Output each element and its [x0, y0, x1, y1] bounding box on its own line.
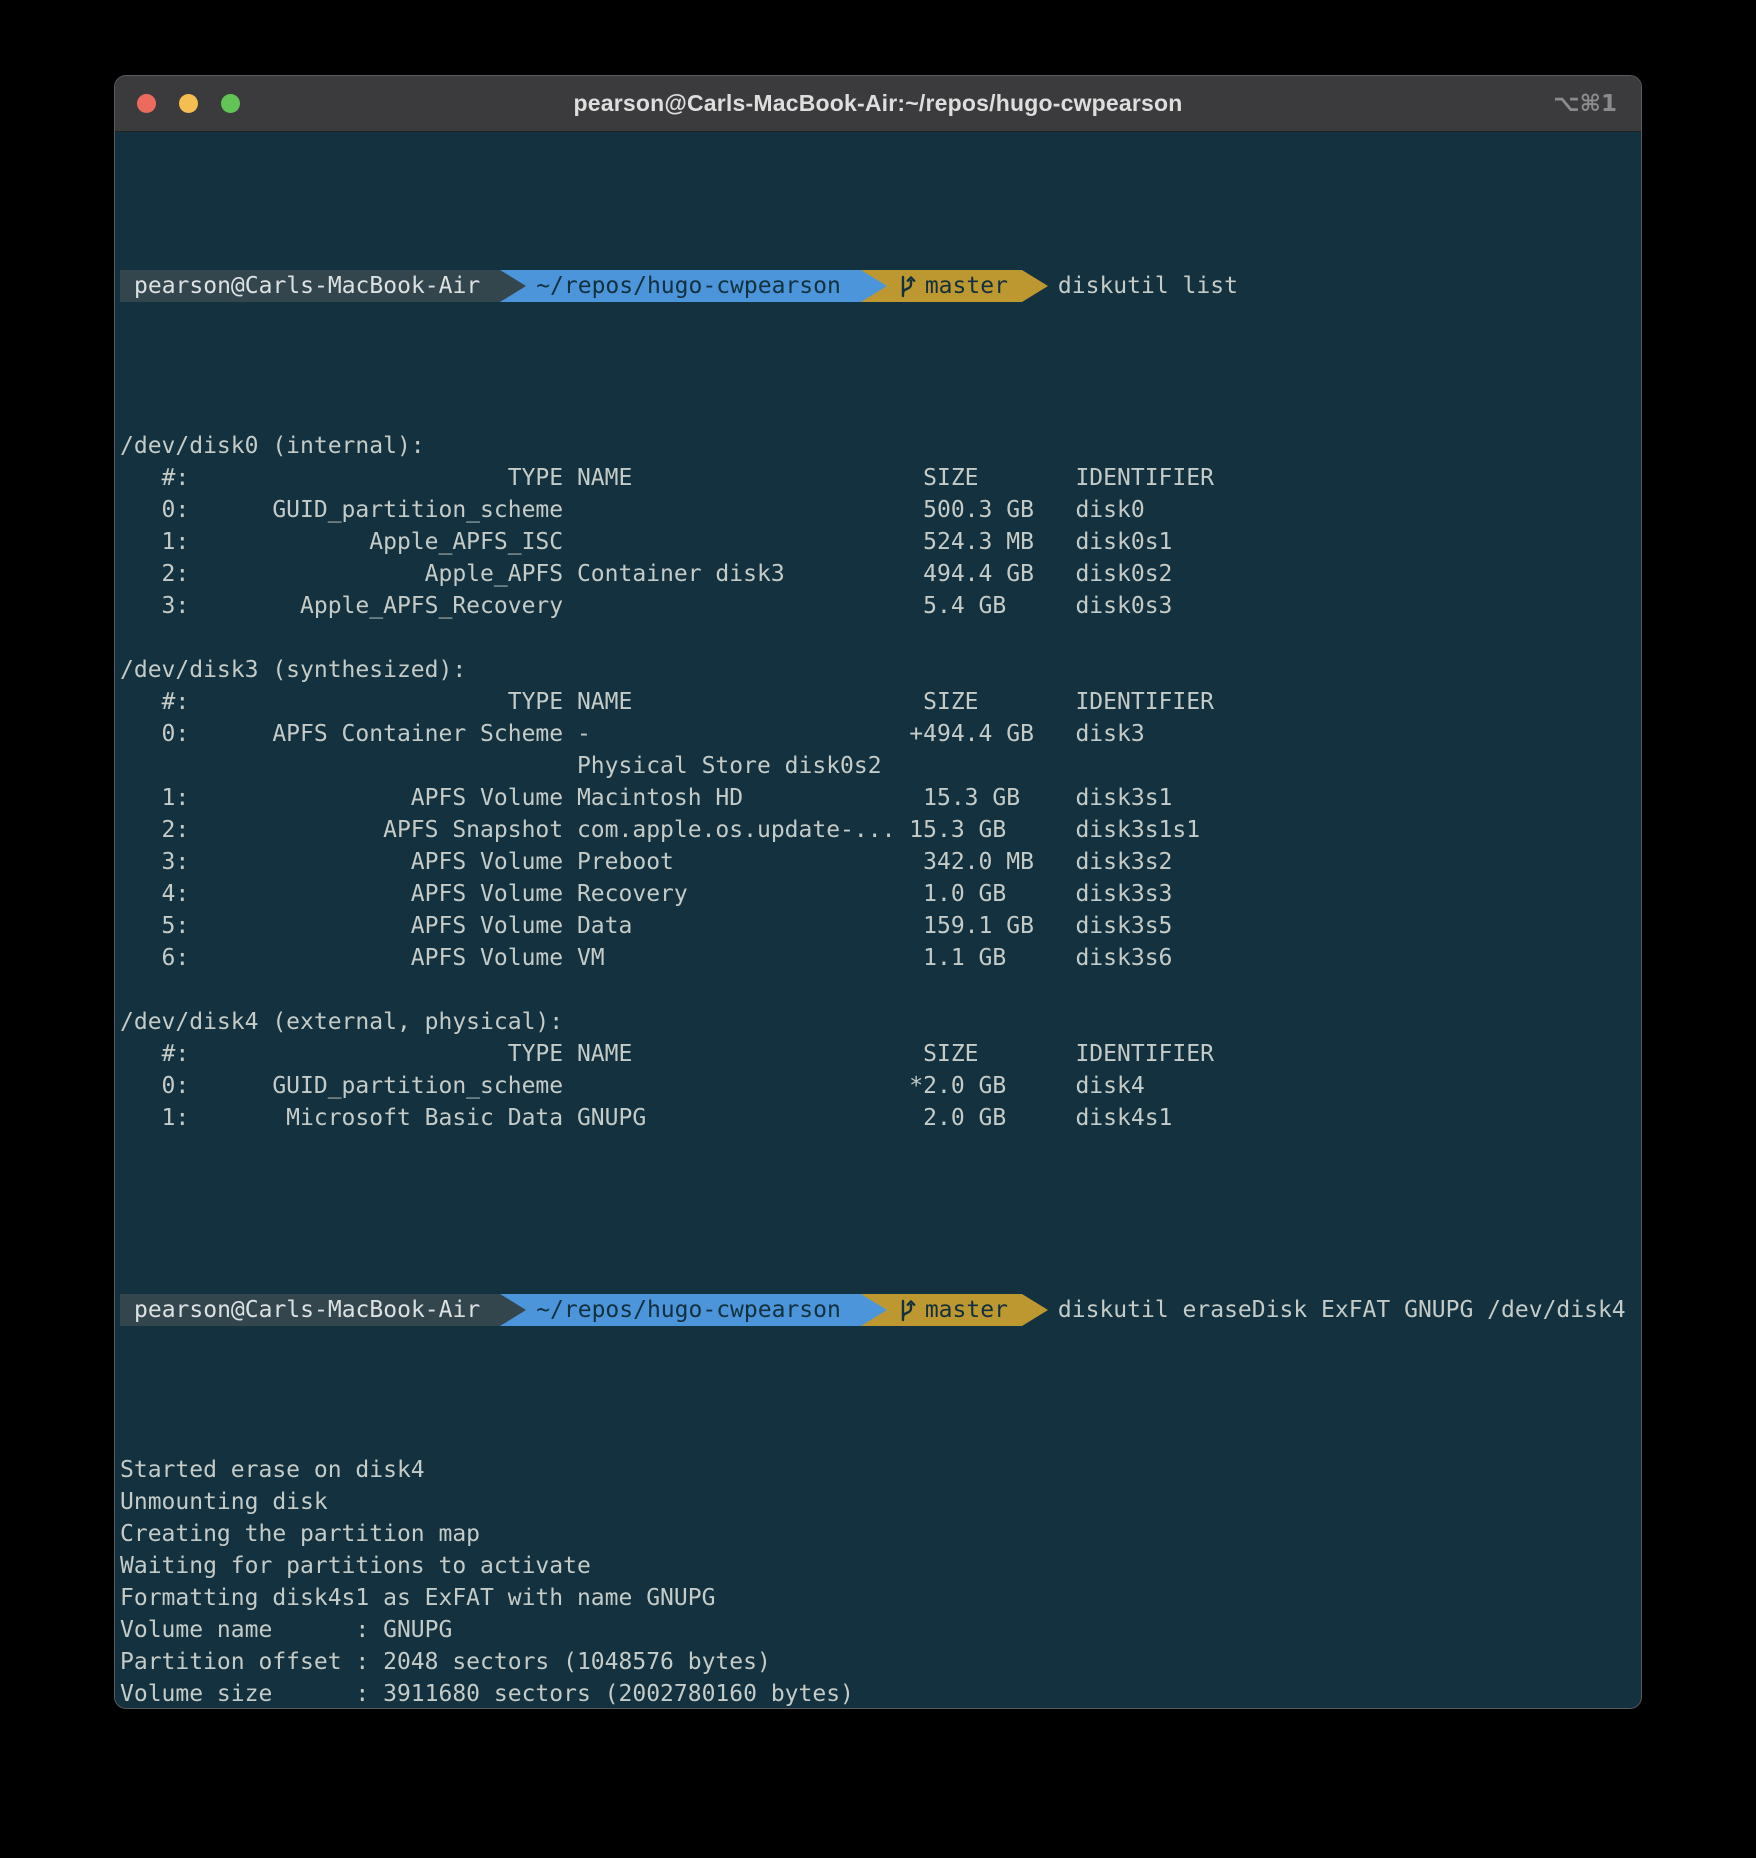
terminal-output-line: Formatting disk4s1 as ExFAT with name GN…	[120, 1582, 1641, 1614]
terminal-window: pearson@Carls-MacBook-Air:~/repos/hugo-c…	[114, 75, 1642, 1709]
terminal-output-line: Waiting for partitions to activate	[120, 1550, 1641, 1582]
command-text-diskutil-erasedisk: diskutil eraseDisk ExFAT GNUPG /dev/disk…	[1058, 1294, 1626, 1326]
window-title: pearson@Carls-MacBook-Air:~/repos/hugo-c…	[573, 90, 1182, 117]
traffic-lights	[137, 76, 240, 131]
prompt-user-host: pearson@Carls-MacBook-Air	[120, 1294, 500, 1326]
terminal-output-line: 4: APFS Volume Recovery 1.0 GB disk3s3	[120, 878, 1641, 910]
prompt-line-1: pearson@Carls-MacBook-Air ~/repos/hugo-c…	[120, 270, 1641, 302]
diskutil-list-output: /dev/disk0 (internal): #: TYPE NAME SIZE…	[120, 430, 1641, 1166]
terminal-output-line: 6: APFS Volume VM 1.1 GB disk3s6	[120, 942, 1641, 974]
terminal-output-line: 0: GUID_partition_scheme 500.3 GB disk0	[120, 494, 1641, 526]
terminal-output-line	[120, 974, 1641, 1006]
terminal-output-line: 5: APFS Volume Data 159.1 GB disk3s5	[120, 910, 1641, 942]
prompt-user-host: pearson@Carls-MacBook-Air	[120, 270, 500, 302]
prompt-git-segment: master	[861, 1294, 1022, 1326]
prompt-git-branch: master	[925, 270, 1008, 302]
terminal-output-line: 3: APFS Volume Preboot 342.0 MB disk3s2	[120, 846, 1641, 878]
prompt-cwd: ~/repos/hugo-cwpearson	[500, 270, 861, 302]
prompt-git-branch: master	[925, 1294, 1008, 1326]
titlebar[interactable]: pearson@Carls-MacBook-Air:~/repos/hugo-c…	[115, 76, 1641, 132]
terminal-output-line: Creating the partition map	[120, 1518, 1641, 1550]
terminal-output-line: 2: APFS Snapshot com.apple.os.update-...…	[120, 814, 1641, 846]
command-text-diskutil-list: diskutil list	[1058, 270, 1238, 302]
terminal-output-line: Volume size : 3911680 sectors (200278016…	[120, 1678, 1641, 1709]
diskutil-erase-output: Started erase on disk4Unmounting diskCre…	[120, 1454, 1641, 1709]
powerline-arrow-icon	[1022, 270, 1048, 302]
terminal-output-line: 0: GUID_partition_scheme *2.0 GB disk4	[120, 1070, 1641, 1102]
close-button[interactable]	[137, 94, 156, 113]
window-shortcut-hint: ⌥⌘1	[1553, 76, 1617, 131]
terminal-output-line: /dev/disk3 (synthesized):	[120, 654, 1641, 686]
terminal-output-line: Volume name : GNUPG	[120, 1614, 1641, 1646]
terminal-output-line: /dev/disk4 (external, physical):	[120, 1006, 1641, 1038]
terminal-output-line: Partition offset : 2048 sectors (1048576…	[120, 1646, 1641, 1678]
prompt-cwd: ~/repos/hugo-cwpearson	[500, 1294, 861, 1326]
terminal-output-line	[120, 1134, 1641, 1166]
terminal-output-line: /dev/disk0 (internal):	[120, 430, 1641, 462]
powerline-arrow-icon	[1022, 1294, 1048, 1326]
terminal-output-line: Physical Store disk0s2	[120, 750, 1641, 782]
minimize-button[interactable]	[179, 94, 198, 113]
terminal-output-line: 1: Apple_APFS_ISC 524.3 MB disk0s1	[120, 526, 1641, 558]
git-branch-icon	[897, 1298, 916, 1322]
terminal-output-line: 1: APFS Volume Macintosh HD 15.3 GB disk…	[120, 782, 1641, 814]
terminal-output-line: #: TYPE NAME SIZE IDENTIFIER	[120, 1038, 1641, 1070]
terminal-output-line: 0: APFS Container Scheme - +494.4 GB dis…	[120, 718, 1641, 750]
fullscreen-button[interactable]	[221, 94, 240, 113]
prompt-git-segment: master	[861, 270, 1022, 302]
prompt-line-2: pearson@Carls-MacBook-Air ~/repos/hugo-c…	[120, 1294, 1641, 1326]
terminal-output-line: 2: Apple_APFS Container disk3 494.4 GB d…	[120, 558, 1641, 590]
terminal-output-line: #: TYPE NAME SIZE IDENTIFIER	[120, 686, 1641, 718]
terminal-output-line: #: TYPE NAME SIZE IDENTIFIER	[120, 462, 1641, 494]
terminal-output-line: 1: Microsoft Basic Data GNUPG 2.0 GB dis…	[120, 1102, 1641, 1134]
terminal-content[interactable]: pearson@Carls-MacBook-Air ~/repos/hugo-c…	[115, 132, 1641, 1708]
terminal-output-line: Unmounting disk	[120, 1486, 1641, 1518]
terminal-output-line: Started erase on disk4	[120, 1454, 1641, 1486]
terminal-output-line: 3: Apple_APFS_Recovery 5.4 GB disk0s3	[120, 590, 1641, 622]
git-branch-icon	[897, 274, 916, 298]
terminal-output-line	[120, 622, 1641, 654]
